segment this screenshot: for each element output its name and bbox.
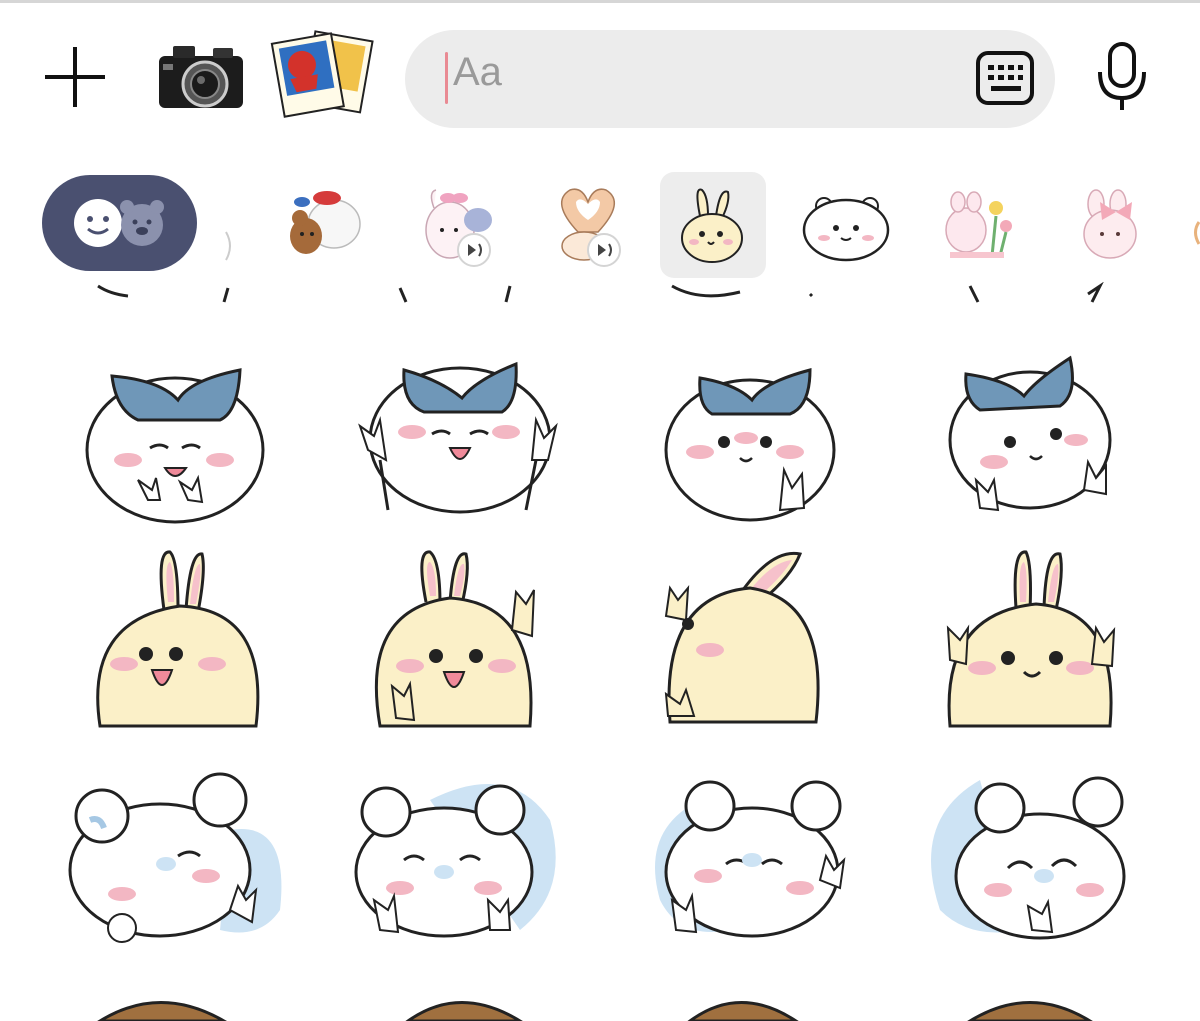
message-input[interactable]: Aa: [405, 30, 1055, 128]
usagi-sticker-icon: [681, 188, 743, 263]
sticker-ribbon-chiikawa-2[interactable]: [340, 340, 610, 540]
bear-dog-sticker-icon: [290, 191, 361, 254]
sticker-row-partial-top: [97, 282, 1104, 303]
sticker-ribbon-chiikawa-3[interactable]: [640, 340, 910, 540]
sticker-ribbon-chiikawa-1[interactable]: [60, 340, 330, 540]
emoji-faces-icon: [74, 199, 164, 247]
tab-bear-dog-pack[interactable]: [272, 172, 378, 278]
sticker-usagi-1[interactable]: [60, 540, 330, 740]
sticker-momonga-1[interactable]: [60, 760, 330, 960]
camera-icon[interactable]: [155, 40, 247, 112]
sticker-usagi-3[interactable]: [640, 540, 910, 740]
plus-icon[interactable]: [40, 42, 110, 112]
text-caret: [445, 52, 448, 104]
chiikawa-face-sticker-icon: [802, 197, 890, 262]
pink-bunny-sticker-icon: [425, 189, 492, 267]
microphone-icon[interactable]: [1092, 40, 1152, 114]
sticker-row-partial-bottom: [97, 1001, 1093, 1021]
keyboard-icon[interactable]: [975, 50, 1035, 106]
tab-chiikawa-face-pack[interactable]: [794, 172, 900, 278]
heart-hands-sticker-icon: [561, 188, 621, 267]
flower-bunny-sticker-icon: [945, 191, 1012, 258]
tab-heart-hands-voice-pack[interactable]: [540, 172, 646, 278]
tab-ribbon-bunny-pack[interactable]: [1068, 172, 1174, 278]
ribbon-bunny-sticker-icon: [1083, 189, 1137, 259]
emoji-tab[interactable]: [42, 175, 197, 271]
sticker-usagi-4[interactable]: [920, 540, 1190, 740]
sticker-ribbon-chiikawa-4[interactable]: [920, 340, 1190, 540]
sticker-momonga-2[interactable]: [340, 760, 610, 960]
message-placeholder: Aa: [453, 50, 502, 94]
tab-flower-bunny-pack[interactable]: [926, 172, 1032, 278]
top-divider: [0, 0, 1200, 3]
tab-pink-bunny-voice-pack[interactable]: [410, 172, 516, 278]
tab-usagi-pack[interactable]: [660, 172, 766, 278]
sticker-usagi-2[interactable]: [340, 540, 610, 740]
sticker-momonga-3[interactable]: [640, 760, 910, 960]
tab-overflow-edge: [1194, 221, 1200, 245]
tab-divider: [225, 231, 231, 261]
photo-gallery-icon[interactable]: [268, 26, 376, 122]
sticker-momonga-4[interactable]: [920, 760, 1190, 960]
